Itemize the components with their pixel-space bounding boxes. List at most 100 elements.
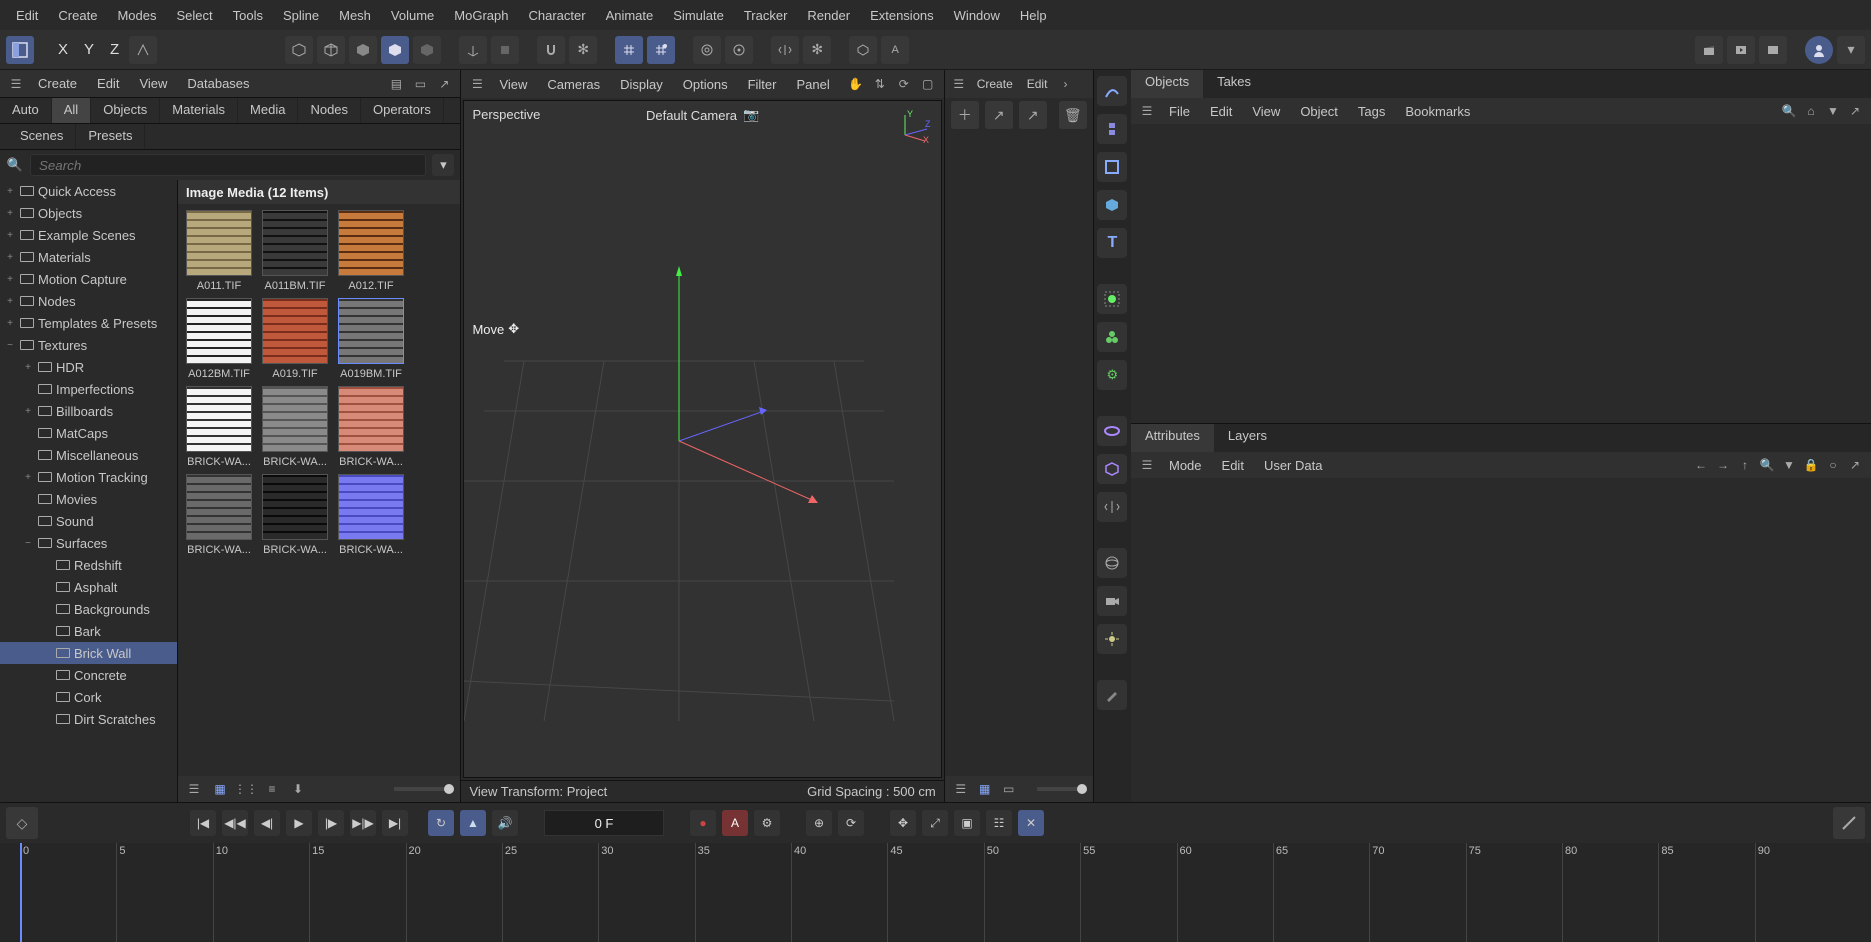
menu-extensions[interactable]: Extensions xyxy=(860,4,944,27)
tree-expand-icon[interactable]: − xyxy=(4,340,16,351)
coord-system-icon[interactable] xyxy=(129,36,157,64)
menu-spline[interactable]: Spline xyxy=(273,4,329,27)
symmetry-settings-icon[interactable]: ✻ xyxy=(803,36,831,64)
tree-item-hdr[interactable]: +HDR xyxy=(0,356,177,378)
cube-shaded-icon[interactable] xyxy=(381,36,409,64)
tab-all[interactable]: All xyxy=(52,98,91,123)
cube-solid-icon[interactable] xyxy=(349,36,377,64)
vt-cloner-icon[interactable] xyxy=(1097,322,1127,352)
tab-attributes[interactable]: Attributes xyxy=(1131,424,1214,452)
vt-light-icon[interactable] xyxy=(1097,624,1127,654)
panel-min-icon[interactable]: ▭ xyxy=(410,74,430,94)
menu-character[interactable]: Character xyxy=(518,4,595,27)
tree-item-bark[interactable]: Bark xyxy=(0,620,177,642)
snap-settings-icon[interactable]: ✻ xyxy=(569,36,597,64)
obj-menu-view[interactable]: View xyxy=(1244,102,1288,121)
tree-item-miscellaneous[interactable]: Miscellaneous xyxy=(0,444,177,466)
vp-menu-panel[interactable]: Panel xyxy=(788,75,837,94)
vp-pan-icon[interactable]: ✋ xyxy=(846,74,866,94)
vp-menu-options[interactable]: Options xyxy=(675,75,736,94)
cube-outline-icon[interactable] xyxy=(317,36,345,64)
hamburger-icon[interactable]: ☰ xyxy=(6,74,26,94)
tree-item-motion-capture[interactable]: +Motion Capture xyxy=(0,268,177,290)
tree-expand-icon[interactable]: + xyxy=(4,318,16,329)
om-slider[interactable] xyxy=(1037,787,1087,791)
tree-item-movies[interactable]: Movies xyxy=(0,488,177,510)
tab-materials[interactable]: Materials xyxy=(160,98,238,123)
key-all-icon[interactable]: ▲ xyxy=(460,810,486,836)
tree-item-asphalt[interactable]: Asphalt xyxy=(0,576,177,598)
thumb-a019bm-tif[interactable]: A019BM.TIF xyxy=(336,298,406,380)
tree-expand-icon[interactable]: + xyxy=(4,230,16,241)
attr-filter-icon[interactable]: ▼ xyxy=(1779,455,1799,475)
tree-item-templates-presets[interactable]: +Templates & Presets xyxy=(0,312,177,334)
vt-globe-icon[interactable] xyxy=(1097,548,1127,578)
vt-python-icon[interactable] xyxy=(1097,114,1127,144)
frame-display[interactable]: 0 F xyxy=(544,810,664,836)
panel-pop-icon[interactable]: ↗ xyxy=(434,74,454,94)
menu-render[interactable]: Render xyxy=(797,4,860,27)
vt-cube2-icon[interactable] xyxy=(1097,454,1127,484)
tree-item-concrete[interactable]: Concrete xyxy=(0,664,177,686)
attributes-panel-body[interactable] xyxy=(1131,478,1871,802)
menu-tools[interactable]: Tools xyxy=(223,4,273,27)
asset-tree[interactable]: +Quick Access+Objects+Example Scenes+Mat… xyxy=(0,180,178,802)
attr-up-icon[interactable]: ↑ xyxy=(1735,455,1755,475)
tree-item-motion-tracking[interactable]: +Motion Tracking xyxy=(0,466,177,488)
tree-item-brick-wall[interactable]: Brick Wall xyxy=(0,642,177,664)
om-grid-icon[interactable]: ▦ xyxy=(975,779,995,799)
tree-item-cork[interactable]: Cork xyxy=(0,686,177,708)
menu-window[interactable]: Window xyxy=(944,4,1010,27)
menu-tracker[interactable]: Tracker xyxy=(734,4,798,27)
menu-edit[interactable]: Edit xyxy=(6,4,48,27)
tree-expand-icon[interactable]: − xyxy=(22,538,34,549)
thumb-brick-wa-[interactable]: BRICK-WA... xyxy=(184,386,254,468)
tree-expand-icon[interactable]: + xyxy=(4,186,16,197)
tree-item-quick-access[interactable]: +Quick Access xyxy=(0,180,177,202)
thumb-a011bm-tif[interactable]: A011BM.TIF xyxy=(260,210,330,292)
view-list-icon[interactable]: ☰ xyxy=(184,779,204,799)
hamburger-icon[interactable]: ☰ xyxy=(1137,101,1157,121)
attr-search-icon[interactable]: 🔍 xyxy=(1757,455,1777,475)
step-back-icon[interactable]: ◀| xyxy=(254,810,280,836)
view-sort-icon[interactable]: ≡ xyxy=(262,779,282,799)
thumb-a012bm-tif[interactable]: A012BM.TIF xyxy=(184,298,254,380)
trash-icon[interactable]: 🗑 xyxy=(1059,101,1087,129)
goto-start-icon[interactable]: |◀ xyxy=(190,810,216,836)
rot-key2-icon[interactable]: ▣ xyxy=(954,810,980,836)
axis-y[interactable]: Y xyxy=(78,41,100,58)
axis-dual-icon[interactable] xyxy=(491,36,519,64)
thumb-brick-wa-[interactable]: BRICK-WA... xyxy=(336,386,406,468)
vt-deform-icon[interactable] xyxy=(1097,416,1127,446)
viewport-3d[interactable]: Perspective Default Camera📷 YZX Move ✥ xyxy=(463,100,941,778)
autokey-icon[interactable]: A xyxy=(722,810,748,836)
panel-list-icon[interactable]: ▤ xyxy=(386,74,406,94)
prev-key-icon[interactable]: ◀|◀ xyxy=(222,810,248,836)
attr-back-icon[interactable]: ← xyxy=(1691,455,1711,475)
vt-mirror-icon[interactable] xyxy=(1097,492,1127,522)
tree-expand-icon[interactable]: + xyxy=(4,274,16,285)
asset-search-input[interactable] xyxy=(30,154,426,176)
target-gear-icon[interactable] xyxy=(725,36,753,64)
subtab-scenes[interactable]: Scenes xyxy=(8,124,76,149)
search-dropdown-icon[interactable]: ▾ xyxy=(432,154,454,176)
tab-auto[interactable]: Auto xyxy=(0,98,52,123)
menu-mesh[interactable]: Mesh xyxy=(329,4,381,27)
menu-animate[interactable]: Animate xyxy=(596,4,664,27)
vp-menu-filter[interactable]: Filter xyxy=(740,75,785,94)
user-avatar-icon[interactable] xyxy=(1805,36,1833,64)
thumb-brick-wa-[interactable]: BRICK-WA... xyxy=(260,386,330,468)
obj-filter-icon[interactable]: ▼ xyxy=(1823,101,1843,121)
attr-menu-userdata[interactable]: User Data xyxy=(1256,456,1331,475)
om-tile-icon[interactable]: ▭ xyxy=(999,779,1019,799)
vt-gear-icon[interactable]: ⚙ xyxy=(1097,360,1127,390)
obj-home-icon[interactable]: ⌂ xyxy=(1801,101,1821,121)
hamburger-icon[interactable]: ☰ xyxy=(467,74,487,94)
obj-menu-tags[interactable]: Tags xyxy=(1350,102,1393,121)
subtab-presets[interactable]: Presets xyxy=(76,124,145,149)
symmetry-icon[interactable] xyxy=(771,36,799,64)
cube-wire-icon[interactable] xyxy=(285,36,313,64)
objects-panel-body[interactable] xyxy=(1131,124,1871,424)
param-key-icon[interactable]: ☷ xyxy=(986,810,1012,836)
tree-expand-icon[interactable]: + xyxy=(4,296,16,307)
